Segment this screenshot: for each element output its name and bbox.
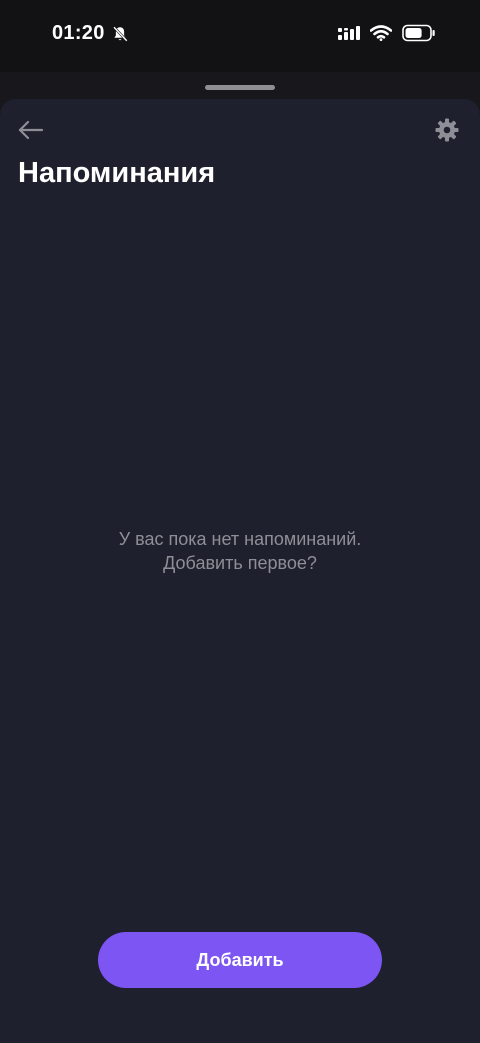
status-time: 01:20 [52,22,129,45]
signal-icon [338,26,360,40]
gear-icon [435,118,459,142]
empty-state-line-1: У вас пока нет напоминаний. [118,529,362,549]
status-icons [338,24,436,42]
status-bar: 01:20 [0,0,480,72]
back-button[interactable] [14,113,48,147]
empty-state-line-2: Добавить первое? [163,553,317,573]
sheet-grabber[interactable] [205,85,275,90]
battery-icon [402,24,435,42]
page-title: Напоминания [18,157,216,189]
bell-off-icon [112,25,128,42]
add-reminder-button[interactable]: Добавить [98,932,382,988]
wifi-icon [370,25,392,41]
status-time-text: 01:20 [52,22,105,44]
arrow-left-icon [18,120,44,140]
empty-state-message: У вас пока нет напоминаний. Добавить пер… [0,527,480,575]
settings-button[interactable] [430,113,464,147]
reminders-sheet: Напоминания У вас пока нет напоминаний. … [0,99,480,1043]
